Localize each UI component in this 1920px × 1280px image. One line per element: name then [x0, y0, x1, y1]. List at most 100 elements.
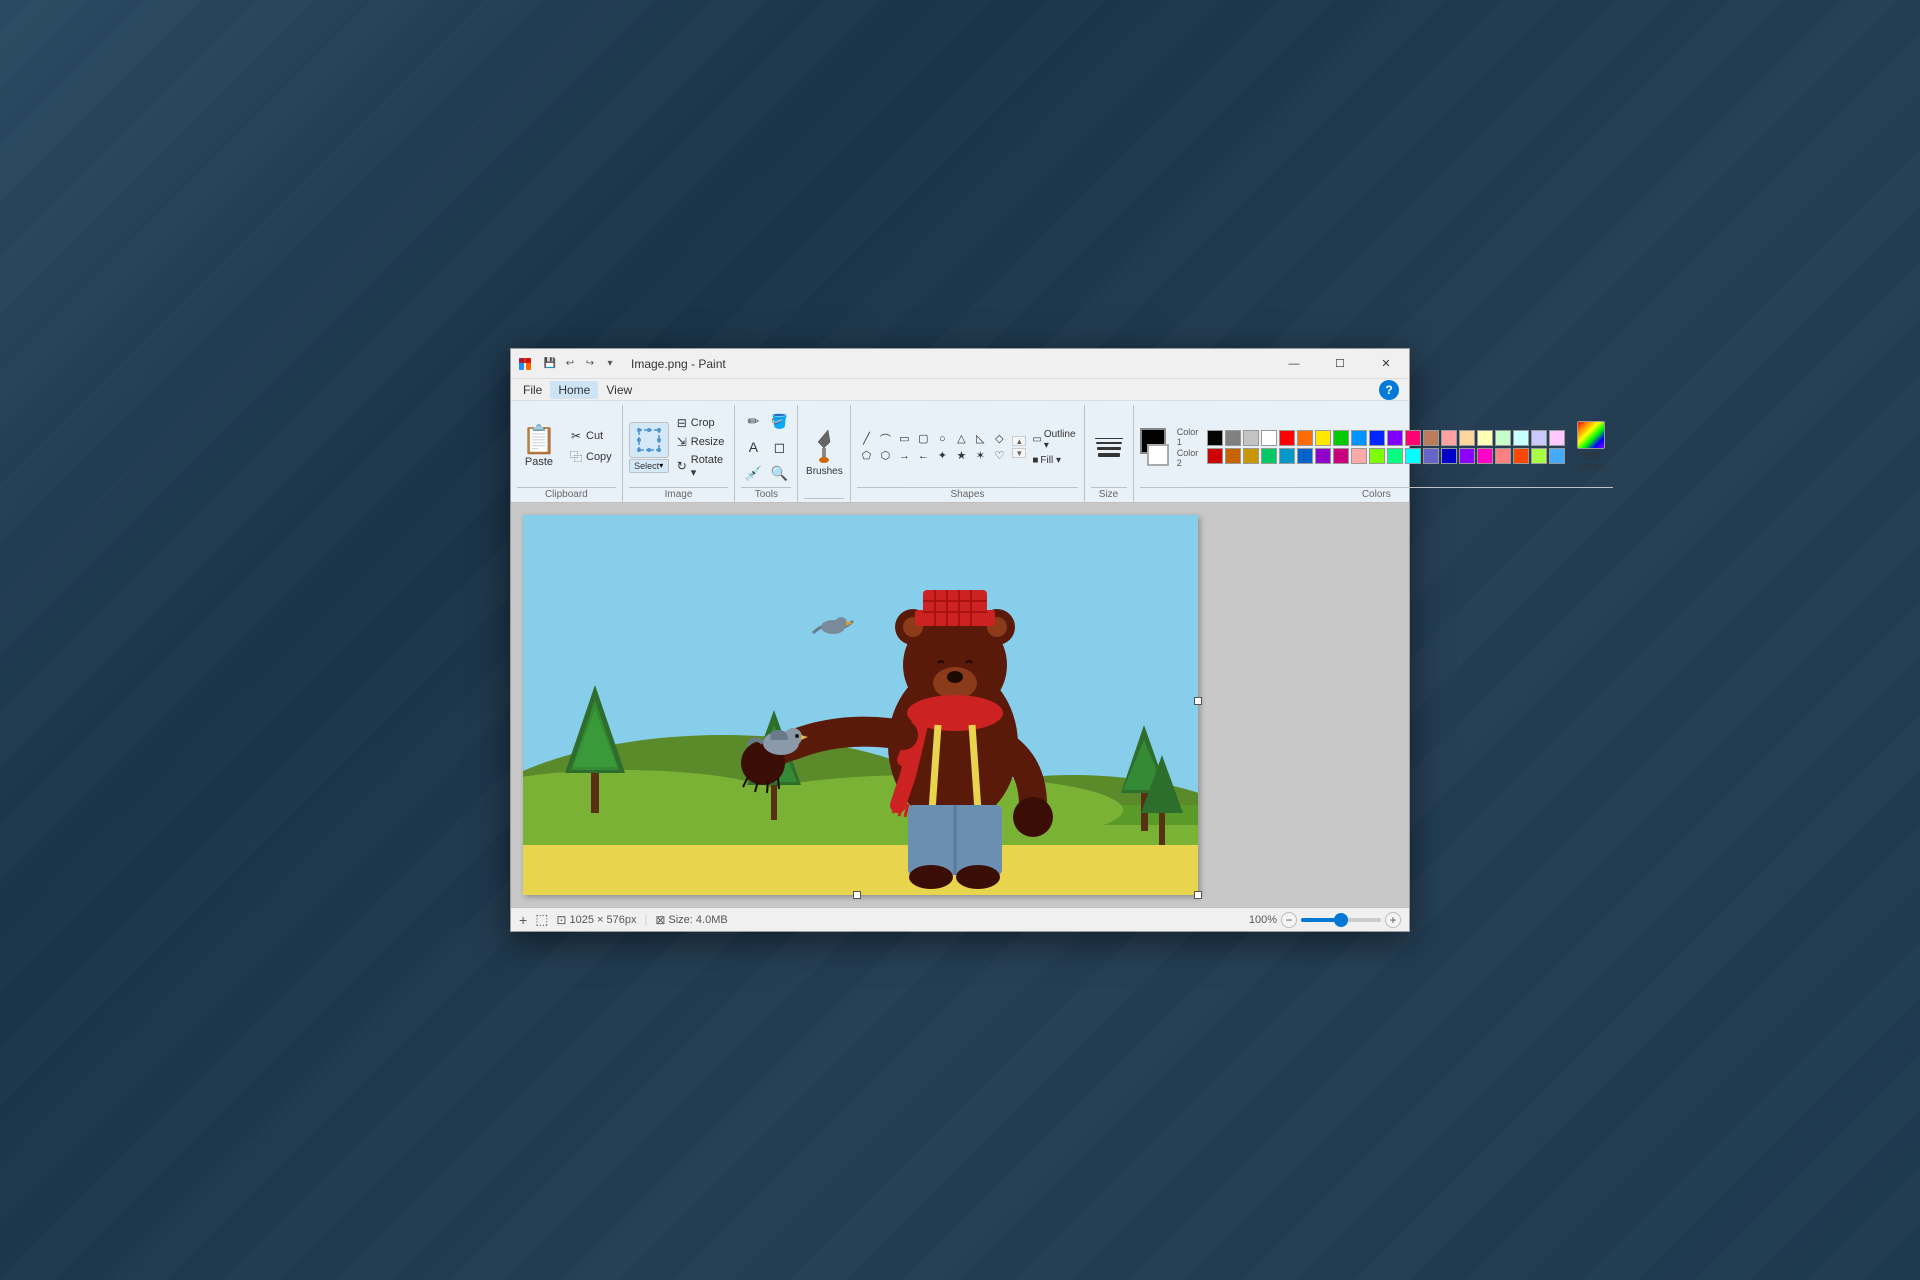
swatch-magenta[interactable] — [1477, 448, 1493, 464]
zoom-in-button[interactable]: + — [1385, 912, 1401, 928]
swatch-lime[interactable] — [1369, 448, 1385, 464]
swatch-steelblue[interactable] — [1279, 448, 1295, 464]
shape-arrow-left[interactable]: ← — [914, 448, 932, 464]
shape-4star[interactable]: ✦ — [933, 448, 951, 464]
screenshot-btn[interactable]: ⬚ — [535, 911, 548, 928]
help-button[interactable]: ? — [1379, 380, 1399, 400]
swatch-cyan[interactable] — [1405, 448, 1421, 464]
resize-handle-right[interactable] — [1194, 697, 1202, 705]
size-line-4[interactable] — [1098, 453, 1120, 457]
shape-roundrect[interactable]: ▢ — [914, 431, 932, 447]
resize-handle-corner[interactable] — [1194, 891, 1202, 899]
swatch-red[interactable] — [1279, 430, 1295, 446]
shapes-scroll-up[interactable]: ▲ — [1012, 436, 1026, 446]
swatch-extra4[interactable] — [1549, 448, 1565, 464]
swatch-rose[interactable] — [1333, 448, 1349, 464]
swatch-mint[interactable] — [1387, 448, 1403, 464]
rotate-button[interactable]: ↻ Rotate ▾ — [673, 452, 729, 481]
swatch-lightblue[interactable] — [1531, 430, 1547, 446]
swatch-violet[interactable] — [1315, 448, 1331, 464]
swatch-slateblue[interactable] — [1423, 448, 1439, 464]
swatch-black[interactable] — [1207, 430, 1223, 446]
menu-view[interactable]: View — [598, 381, 640, 399]
swatch-pink[interactable] — [1405, 430, 1421, 446]
zoom-slider[interactable] — [1301, 918, 1381, 922]
swatch-yellow[interactable] — [1315, 430, 1331, 446]
swatch-peach[interactable] — [1459, 430, 1475, 446]
swatch-lightyellow[interactable] — [1477, 430, 1493, 446]
swatch-indigo[interactable] — [1459, 448, 1475, 464]
crop-button[interactable]: ⊟ Crop — [673, 414, 729, 432]
paint-canvas[interactable] — [523, 515, 1198, 895]
outline-button[interactable]: ▭ Outline ▾ — [1030, 428, 1077, 452]
swatch-salmon[interactable] — [1351, 448, 1367, 464]
swatch-purple[interactable] — [1387, 430, 1403, 446]
add-canvas-btn[interactable]: + — [519, 912, 527, 928]
brushes-button[interactable]: Brushes — [804, 428, 844, 478]
edit-colors-button[interactable]: Edit colors — [1569, 419, 1613, 475]
shape-rect[interactable]: ▭ — [895, 431, 913, 447]
swatch-darkorange[interactable] — [1225, 448, 1241, 464]
shape-heart[interactable]: ♡ — [990, 448, 1008, 464]
menu-home[interactable]: Home — [550, 381, 598, 399]
swatch-green[interactable] — [1333, 430, 1349, 446]
swatch-lavender[interactable] — [1549, 430, 1565, 446]
minimize-button[interactable]: — — [1271, 349, 1317, 379]
swatch-orange[interactable] — [1297, 430, 1313, 446]
qa-dropdown-btn[interactable]: ▾ — [601, 355, 619, 373]
select-dropdown-btn[interactable]: Select ▾ — [629, 459, 669, 473]
maximize-button[interactable]: ☐ — [1317, 349, 1363, 379]
shape-diamond[interactable]: ◇ — [990, 431, 1008, 447]
swatch-darkgreen[interactable] — [1261, 448, 1277, 464]
eraser-tool[interactable]: ◻ — [767, 435, 791, 459]
shape-triangle[interactable]: △ — [952, 431, 970, 447]
shape-pentagon[interactable]: ⬠ — [857, 448, 875, 464]
swatch-gold[interactable] — [1243, 448, 1259, 464]
shape-righttriangle[interactable]: ◺ — [971, 431, 989, 447]
swatch-extra1[interactable] — [1495, 448, 1511, 464]
swatch-navy[interactable] — [1297, 448, 1313, 464]
select-button[interactable] — [629, 422, 669, 458]
swatch-lightcyan[interactable] — [1513, 430, 1529, 446]
swatch-royalblue[interactable] — [1441, 448, 1457, 464]
swatch-extra2[interactable] — [1513, 448, 1529, 464]
shape-curve[interactable]: ⌒ — [876, 431, 894, 447]
pencil-tool[interactable]: ✏ — [741, 409, 765, 433]
swatch-coral[interactable] — [1441, 430, 1457, 446]
canvas-image[interactable] — [523, 515, 1198, 895]
swatch-brown[interactable] — [1423, 430, 1439, 446]
shape-hexagon[interactable]: ⬡ — [876, 448, 894, 464]
magnifier-tool[interactable]: 🔍 — [767, 461, 791, 485]
resize-button[interactable]: ⇲ Resize — [673, 433, 729, 451]
close-button[interactable]: ✕ — [1363, 349, 1409, 379]
swatch-lightgreen[interactable] — [1495, 430, 1511, 446]
fill-tool[interactable]: 🪣 — [767, 409, 791, 433]
fill-button[interactable]: ■ Fill ▾ — [1030, 454, 1077, 467]
resize-handle-bottom[interactable] — [853, 891, 861, 899]
paste-button[interactable]: 📋 Paste — [517, 421, 561, 473]
zoom-slider-thumb[interactable] — [1334, 913, 1348, 927]
swatch-light-gray[interactable] — [1243, 430, 1259, 446]
redo-quick-btn[interactable]: ↪ — [581, 355, 599, 373]
swatch-dark-gray[interactable] — [1225, 430, 1241, 446]
text-tool[interactable]: A — [741, 435, 765, 459]
shape-5star[interactable]: ★ — [952, 448, 970, 464]
save-quick-btn[interactable]: 💾 — [541, 355, 559, 373]
copy-button[interactable]: ⿻ Copy — [565, 446, 616, 467]
menu-file[interactable]: File — [515, 381, 550, 399]
size-line-1[interactable] — [1095, 438, 1123, 439]
swatch-blue[interactable] — [1351, 430, 1367, 446]
swatch-white[interactable] — [1261, 430, 1277, 446]
cut-button[interactable]: ✂ Cut — [565, 427, 616, 445]
swatch-extra3[interactable] — [1531, 448, 1547, 464]
picker-tool[interactable]: 💉 — [741, 461, 765, 485]
color2-swatch[interactable] — [1147, 444, 1169, 466]
undo-quick-btn[interactable]: ↩ — [561, 355, 579, 373]
shape-line[interactable]: ╱ — [857, 431, 875, 447]
size-line-2[interactable] — [1096, 442, 1122, 444]
size-line-3[interactable] — [1097, 447, 1121, 450]
swatch-dark-blue[interactable] — [1369, 430, 1385, 446]
canvas-scroll-area[interactable] — [511, 503, 1409, 907]
shape-arrow-right[interactable]: → — [895, 448, 913, 464]
zoom-out-button[interactable]: − — [1281, 912, 1297, 928]
